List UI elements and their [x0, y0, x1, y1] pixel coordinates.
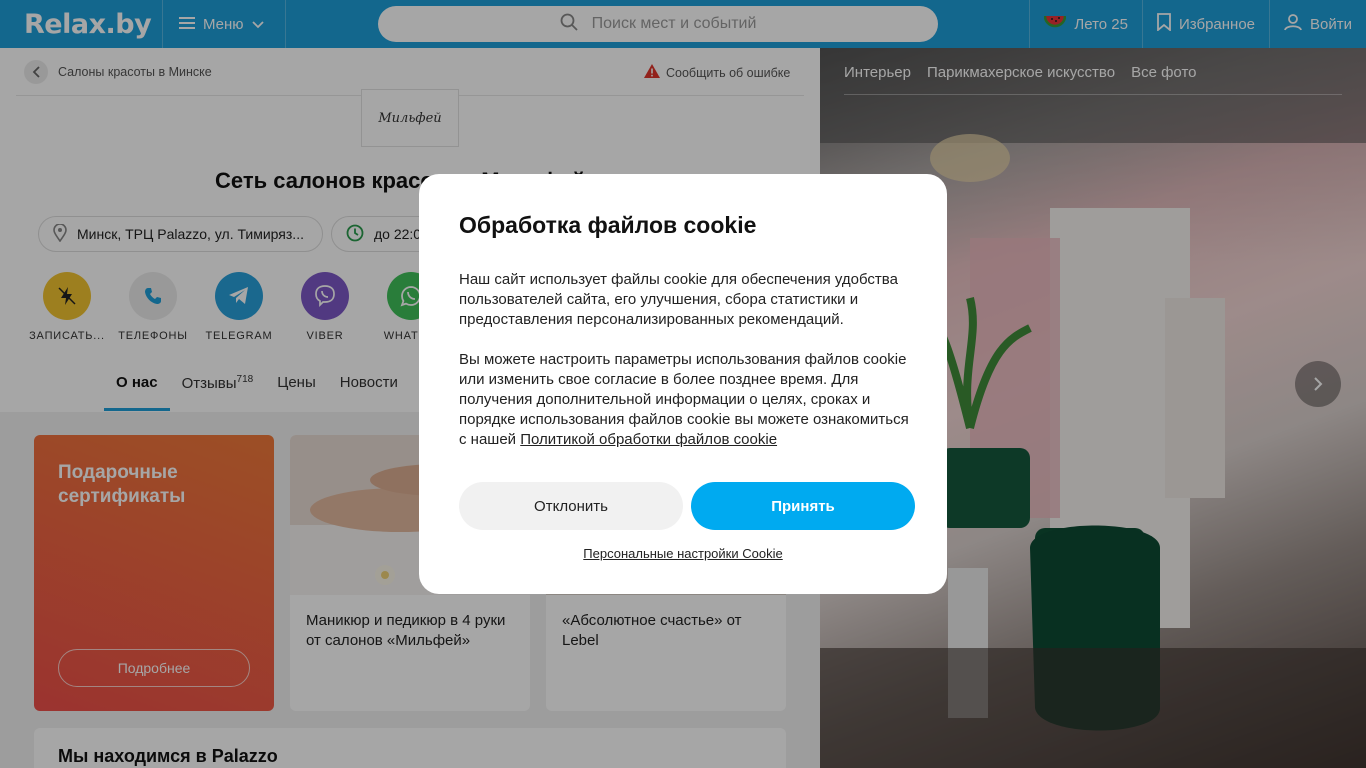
dialog-text: Наш сайт использует файлы cookie для обе…	[459, 270, 915, 450]
decline-button[interactable]: Отклонить	[459, 482, 683, 530]
accept-button[interactable]: Принять	[691, 482, 915, 530]
cookie-policy-link[interactable]: Политикой обработки файлов cookie	[520, 431, 777, 448]
dialog-paragraph: Наш сайт использует файлы cookie для обе…	[459, 271, 898, 328]
cookie-dialog: Обработка файлов cookie Наш сайт использ…	[419, 174, 947, 594]
cookie-settings-link[interactable]: Персональные настройки Cookie	[419, 546, 947, 561]
dialog-paragraph: Вы можете настроить параметры использова…	[459, 350, 915, 450]
dialog-title: Обработка файлов cookie	[459, 212, 757, 238]
